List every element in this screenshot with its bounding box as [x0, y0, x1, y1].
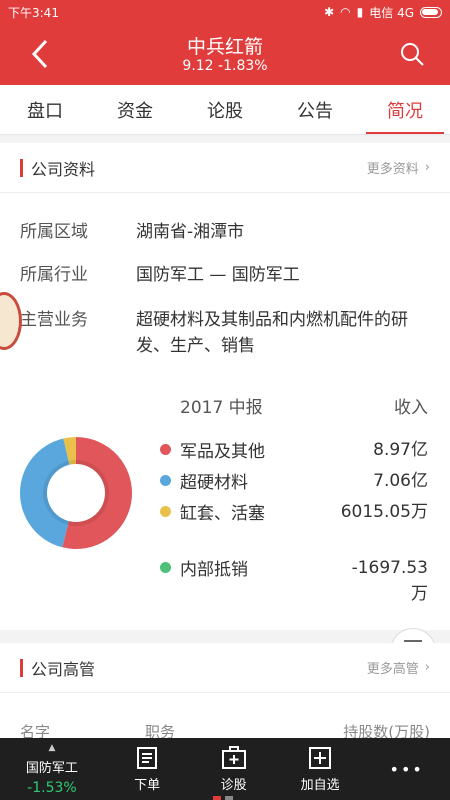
industry-label: 所属行业	[20, 265, 88, 285]
search-button[interactable]	[394, 36, 430, 72]
chevron-right-icon: ›	[424, 160, 430, 175]
section-title: 公司资料	[31, 159, 96, 179]
more-dots-icon: •••	[389, 759, 424, 779]
document-icon	[137, 746, 158, 769]
sector-name: 国防军工	[25, 760, 78, 776]
company-info-card: 公司资料 更多资料 › 所属区域 湖南省-湘潭市 所属行业 国防军工 — 国防军…	[0, 143, 450, 630]
legend-value: 6015.05万	[340, 502, 428, 522]
add-watchlist-button[interactable]: 加自选	[277, 738, 364, 800]
legend-name: 缸套、活塞	[180, 504, 265, 524]
legend-item: 超硬材料 7.06亿	[160, 468, 428, 494]
tab-pankou[interactable]: 盘口	[0, 85, 90, 134]
order-button[interactable]: 下单	[104, 738, 191, 800]
battery-icon	[420, 6, 442, 18]
region-value: 湖南省-湘潭市	[136, 222, 245, 242]
legend-name: 军品及其他	[180, 442, 265, 462]
tab-capital[interactable]: 资金	[90, 85, 180, 134]
legend-item: 缸套、活塞 6015.05万	[160, 499, 428, 525]
sector-change: -1.53%	[27, 779, 77, 796]
header: 中兵红箭 9.12 -1.83%	[0, 24, 450, 85]
wifi-icon: ◠	[340, 5, 351, 19]
business-row: 主营业务 超硬材料及其制品和内燃机配件的研发、生产、销售	[20, 307, 430, 359]
stock-title: 中兵红箭	[186, 36, 263, 58]
status-bar: 下午3:41 ✱ ◠ ▮ 电信 4G	[0, 0, 450, 24]
executives-card: 公司高管 更多高管 › 名字 职务 持股数(万股)	[0, 643, 450, 741]
business-value: 超硬材料及其制品和内燃机配件的研发、生产、销售	[136, 310, 408, 356]
region-row: 所属区域 湖南省-湘潭市	[20, 219, 430, 245]
legend-dot	[160, 475, 171, 486]
more-menu-button[interactable]: •••	[363, 738, 450, 800]
add-watchlist-label: 加自选	[300, 777, 340, 793]
legend-item: 军品及其他 8.97亿	[160, 437, 428, 463]
legend-name: 内部抵销	[180, 560, 248, 580]
legend-name: 超硬材料	[180, 473, 248, 493]
more-executives-link[interactable]: 更多高管 ›	[367, 658, 430, 677]
page-dot	[213, 796, 221, 800]
legend-dot	[160, 562, 171, 573]
order-label: 下单	[134, 777, 161, 793]
legend-dot	[160, 444, 171, 455]
revenue-period: 2017 中报	[180, 398, 263, 418]
section-accent	[20, 658, 23, 677]
donut-hole	[47, 464, 105, 522]
revenue-donut-chart	[19, 437, 132, 549]
more-info-link[interactable]: 更多资料 ›	[367, 158, 430, 177]
company-section-header: 公司资料 更多资料 ›	[0, 143, 450, 193]
legend-value: 7.06亿	[373, 471, 428, 491]
legend-value: 8.97亿	[373, 440, 428, 460]
page-dot	[225, 796, 233, 800]
legend-item: 内部抵销 -1697.53万	[160, 555, 428, 607]
tab-profile[interactable]: 简况	[360, 85, 450, 134]
signal-icon: ▮	[356, 5, 364, 19]
section-accent	[20, 158, 23, 177]
legend-dot	[160, 506, 171, 517]
diagnose-label: 诊股	[220, 777, 247, 793]
executives-section-header: 公司高管 更多高管 ›	[0, 643, 450, 693]
page-indicator	[213, 796, 233, 800]
bottom-toolbar: ▲ 国防军工 -1.53% 下单 诊股 加自选 •••	[0, 738, 450, 800]
search-icon	[401, 43, 424, 66]
caret-up-icon: ▲	[48, 742, 56, 753]
tab-bar: 盘口 资金 论股 公告 简况	[0, 85, 450, 135]
legend-value: -1697.53万	[351, 558, 428, 604]
chevron-right-icon: ›	[424, 660, 430, 675]
plus-box-icon	[309, 746, 332, 769]
business-label: 主营业务	[20, 310, 88, 330]
industry-row: 所属行业 国防军工 — 国防军工	[20, 262, 430, 288]
bluetooth-icon: ✱	[324, 5, 335, 19]
sector-indicator[interactable]: ▲ 国防军工 -1.53%	[0, 738, 104, 800]
industry-value: 国防军工 — 国防军工	[136, 265, 300, 285]
more-info-label: 更多资料	[366, 162, 419, 177]
revenue-header: 2017 中报 收入	[180, 393, 428, 418]
tab-discussion[interactable]: 论股	[180, 85, 270, 134]
diagnose-button[interactable]: 诊股	[190, 738, 277, 800]
medical-kit-icon	[221, 745, 246, 769]
section-title: 公司高管	[31, 659, 96, 679]
tab-announcements[interactable]: 公告	[270, 85, 360, 134]
region-label: 所属区域	[20, 222, 88, 242]
status-carrier: 电信 4G	[369, 5, 414, 20]
more-executives-label: 更多高管	[366, 662, 419, 677]
revenue-column-label: 收入	[394, 398, 428, 418]
status-time: 下午3:41	[8, 5, 59, 20]
stock-price-change: 9.12 -1.83%	[182, 58, 268, 74]
